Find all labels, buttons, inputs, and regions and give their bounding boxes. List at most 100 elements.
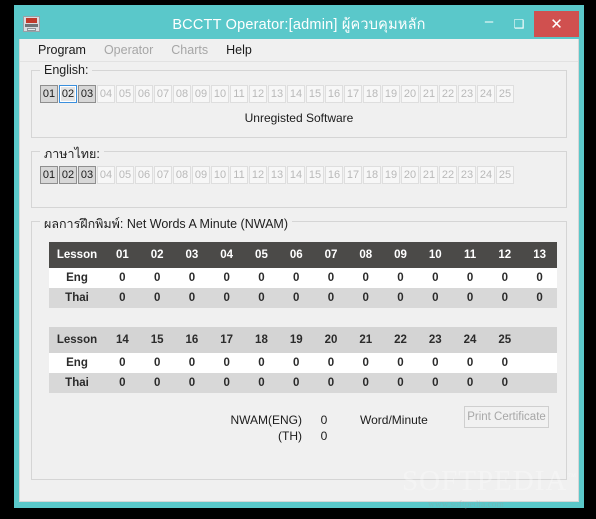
- thai-lesson-button-19: 19: [382, 166, 400, 184]
- column-header-11: 11: [452, 242, 488, 268]
- english-lessons-group: English: 01 02 03 04 05 06 07 08 09 10 11 12 13 14 15 1…: [31, 63, 567, 138]
- cell-eng-21: 0: [348, 353, 384, 373]
- english-lesson-button-07: 07: [154, 85, 172, 103]
- english-lesson-button-02[interactable]: 02: [59, 85, 77, 103]
- thai-lessons-group: ภาษาไทย: 01 02 03 04 05 06 07 08 09 10 11 12 13 14 15 1…: [31, 144, 567, 208]
- english-group-label: English:: [40, 63, 93, 77]
- thai-lesson-button-16: 16: [325, 166, 343, 184]
- cell-thai-10: 0: [417, 288, 453, 308]
- cell-thai-12: 0: [487, 288, 523, 308]
- cell-eng-20: 0: [313, 353, 349, 373]
- menu-item-charts[interactable]: Charts: [162, 41, 217, 59]
- cell-thai-06: 0: [278, 288, 314, 308]
- cell-thai-19: 0: [278, 373, 314, 393]
- english-lesson-button-04: 04: [97, 85, 115, 103]
- row-label-eng: Eng: [49, 353, 105, 373]
- table-row: Thai 0 0 0 0 0 0 0 0 0 0 0 0: [49, 373, 557, 393]
- thai-lesson-button-03[interactable]: 03: [78, 166, 96, 184]
- cell-eng-11: 0: [452, 268, 488, 288]
- close-icon[interactable]: ✕: [534, 11, 579, 37]
- column-header-20: 20: [313, 327, 349, 353]
- title-bar[interactable]: BCCTT Operator:[admin] ผู้ควบคุมหลัก – ❑…: [19, 9, 579, 39]
- column-header-06: 06: [278, 242, 314, 268]
- application-window: BCCTT Operator:[admin] ผู้ควบคุมหลัก – ❑…: [14, 5, 584, 510]
- row-label-thai: Thai: [49, 373, 105, 393]
- column-header-10: 10: [417, 242, 453, 268]
- cell-eng-10: 0: [417, 268, 453, 288]
- thai-lesson-button-25: 25: [496, 166, 514, 184]
- cell-eng-08: 0: [348, 268, 384, 288]
- english-lesson-button-21: 21: [420, 85, 438, 103]
- cell-thai-14: 0: [105, 373, 140, 393]
- cell-thai-09: 0: [383, 288, 418, 308]
- cell-eng-02: 0: [139, 268, 175, 288]
- english-lesson-button-11: 11: [230, 85, 248, 103]
- cell-thai-03: 0: [174, 288, 210, 308]
- minimize-icon[interactable]: –: [474, 11, 504, 37]
- client-area: Program Operator Charts Help English: 01…: [19, 39, 579, 510]
- menu-item-help[interactable]: Help: [217, 41, 261, 59]
- thai-lesson-button-04: 04: [97, 166, 115, 184]
- cell-thai-25: 0: [487, 373, 523, 393]
- print-certificate-button[interactable]: Print Certificate: [464, 406, 549, 428]
- column-header-21: 21: [348, 327, 384, 353]
- english-lesson-button-03[interactable]: 03: [78, 85, 96, 103]
- thai-lesson-button-07: 07: [154, 166, 172, 184]
- cell-eng-06: 0: [278, 268, 314, 288]
- watermark-trademark: ™: [567, 471, 578, 482]
- cell-thai-24: 0: [452, 373, 488, 393]
- thai-lesson-button-21: 21: [420, 166, 438, 184]
- unregistered-status: Unregisted Software: [244, 111, 354, 125]
- english-lesson-button-16: 16: [325, 85, 343, 103]
- thai-lesson-button-01[interactable]: 01: [40, 166, 58, 184]
- thai-lesson-button-18: 18: [363, 166, 381, 184]
- nwam-summary: NWAM(ENG) (TH) 0 0 Word/Minute Print Cer…: [32, 393, 566, 444]
- menu-item-operator[interactable]: Operator: [95, 41, 162, 59]
- cell-eng-16: 0: [174, 353, 210, 373]
- english-lesson-buttons: 01 02 03 04 05 06 07 08 09 10 11 12 13 14 15 16 17 18 19 20…: [32, 71, 566, 103]
- column-header-05: 05: [244, 242, 279, 268]
- english-lesson-button-19: 19: [382, 85, 400, 103]
- nwam-results-group: ผลการฝึกพิมพ์: Net Words A Minute (NWAM)…: [31, 214, 576, 510]
- english-lesson-button-22: 22: [439, 85, 457, 103]
- cell-eng-17: 0: [209, 353, 245, 373]
- english-lesson-button-06: 06: [135, 85, 153, 103]
- cell-eng-blank: [522, 353, 557, 373]
- thai-group-label: ภาษาไทย:: [40, 144, 104, 164]
- table-row: Eng 0 0 0 0 0 0 0 0 0 0 0 0: [49, 353, 557, 373]
- column-header-22: 22: [383, 327, 418, 353]
- cell-thai-21: 0: [348, 373, 384, 393]
- column-header-03: 03: [174, 242, 210, 268]
- english-lesson-button-17: 17: [344, 85, 362, 103]
- thai-lesson-button-08: 08: [173, 166, 191, 184]
- column-header-02: 02: [139, 242, 175, 268]
- cell-thai-01: 0: [105, 288, 140, 308]
- english-lesson-button-13: 13: [268, 85, 286, 103]
- column-header-12: 12: [487, 242, 523, 268]
- column-header-25: 25: [487, 327, 523, 353]
- column-header-blank: [522, 327, 557, 353]
- thai-lesson-button-02[interactable]: 02: [59, 166, 77, 184]
- cell-eng-01: 0: [105, 268, 140, 288]
- nwam-th-value: 0: [320, 429, 328, 443]
- english-lesson-button-01[interactable]: 01: [40, 85, 58, 103]
- english-lesson-button-08: 08: [173, 85, 191, 103]
- thai-lesson-button-11: 11: [230, 166, 248, 184]
- cell-eng-14: 0: [105, 353, 140, 373]
- nwam-th-label: (TH): [278, 429, 302, 443]
- cell-thai-08: 0: [348, 288, 384, 308]
- watermark-text: SOFTPEDIA: [402, 465, 568, 497]
- maximize-icon[interactable]: ❑: [504, 11, 534, 37]
- nwam-eng-label: NWAM(ENG): [230, 413, 302, 427]
- menu-item-program[interactable]: Program: [29, 41, 95, 59]
- column-header-09: 09: [383, 242, 418, 268]
- cell-eng-04: 0: [209, 268, 245, 288]
- cell-eng-24: 0: [452, 353, 488, 373]
- thai-lesson-button-23: 23: [458, 166, 476, 184]
- cell-eng-25: 0: [487, 353, 523, 373]
- form-body: English: 01 02 03 04 05 06 07 08 09 10 11 12 13 14 15 1…: [20, 62, 578, 510]
- cell-thai-11: 0: [452, 288, 488, 308]
- typewriter-icon: [23, 16, 40, 32]
- column-header-13: 13: [522, 242, 557, 268]
- cell-eng-19: 0: [278, 353, 314, 373]
